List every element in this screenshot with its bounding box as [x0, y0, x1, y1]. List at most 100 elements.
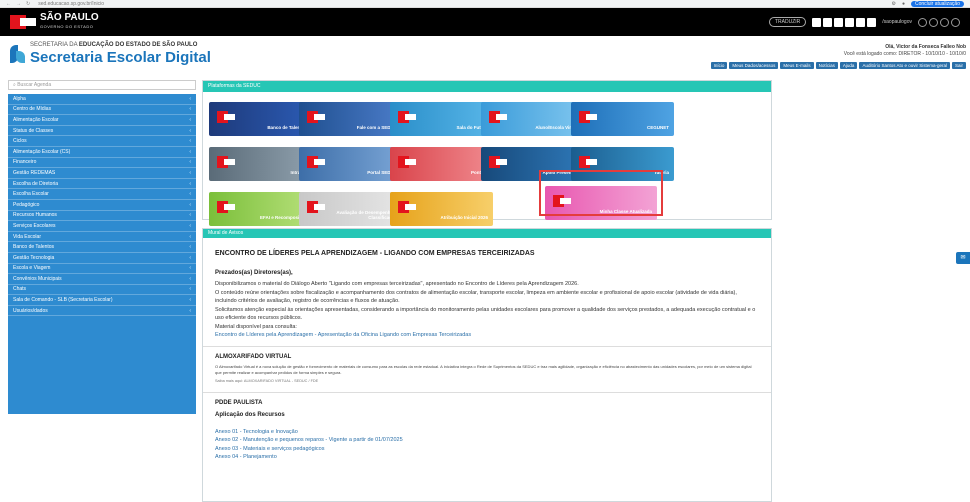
- sidebar-item[interactable]: Serviços Escolares ‹: [8, 221, 196, 232]
- chevron-right-icon: ‹: [189, 244, 191, 251]
- social-icon-6[interactable]: [867, 17, 877, 27]
- accessibility-icon-2[interactable]: [929, 17, 938, 27]
- forward-icon[interactable]: →: [16, 1, 21, 7]
- pdde-link-3[interactable]: Anexo 03 - Materiais e serviços pedagógi…: [215, 445, 759, 454]
- tile-logo-icon: [217, 156, 235, 168]
- pdde-link-4[interactable]: Anexo 04 - Planejamento: [215, 453, 759, 462]
- pdde-subtitle: Aplicação dos Recursos: [215, 412, 285, 418]
- sidebar-item-label: Banco de Talentos: [13, 244, 55, 251]
- chevron-right-icon: ‹: [189, 116, 191, 123]
- tile-logo-icon: [307, 201, 325, 213]
- my-emails-button[interactable]: Meus E-mails: [780, 62, 814, 69]
- tile-logo-icon: [579, 156, 597, 168]
- sidebar-item[interactable]: Convênios Municipais ‹: [8, 274, 196, 285]
- platforms-panel: Plataformas da SEDUC Banco de Talentos Fa…: [202, 80, 773, 226]
- sidebar-item[interactable]: Ciclos ‹: [8, 136, 196, 147]
- sidebar-item[interactable]: Escolha de Diretoria ‹: [8, 179, 196, 190]
- sidebar-item[interactable]: Alimentação Escolar (CS) ‹: [8, 147, 196, 158]
- gov-brand[interactable]: SÃO PAULO GOVERNO DO ESTADO: [40, 13, 99, 31]
- gov-topbar-right: TRADUZIR /saopaulogov: [768, 17, 960, 27]
- auditorium-button[interactable]: Auditório Santos Ato e ouvir Sistema-ger…: [859, 62, 950, 69]
- sed-logo[interactable]: SECRETARIA DA EDUCAÇÃO DO ESTADO DE SÃO …: [8, 42, 211, 66]
- platform-tile[interactable]: Banco de Talentos: [209, 102, 312, 136]
- sidebar-item[interactable]: Escola e Viagem ‹: [8, 264, 196, 275]
- sidebar-item-label: Escolha de Diretoria: [13, 180, 59, 187]
- platforms-panel-title: Plataformas da SEDUC: [203, 81, 771, 92]
- platform-tile[interactable]: Atribuição Inicial 2026: [390, 192, 493, 226]
- accessibility-icon-3[interactable]: [940, 17, 949, 27]
- sidebar-item[interactable]: Usuários/dados ‹: [8, 306, 196, 317]
- pdde-link-1[interactable]: Anexo 01 - Tecnologia e Inovação: [215, 428, 759, 437]
- sidebar-item[interactable]: Chats ‹: [8, 285, 196, 296]
- platform-tile[interactable]: Intranet: [209, 147, 312, 181]
- social-icon-2[interactable]: [823, 17, 833, 27]
- help-button[interactable]: Ajuda: [839, 62, 858, 69]
- sidebar-item-label: Financeiro: [13, 159, 37, 166]
- sao-paulo-flag-logo: [10, 15, 36, 29]
- floating-help-button[interactable]: ✉: [956, 252, 970, 264]
- platform-tile[interactable]: Fale com a SEDUC: [299, 102, 402, 136]
- chevron-right-icon: ‹: [189, 212, 191, 219]
- sidebar-item[interactable]: Vida Escolar ‹: [8, 232, 196, 243]
- platform-tiles: Banco de Talentos Fale com a SEDUC Sala do…: [203, 92, 773, 226]
- extensions-icon[interactable]: ⚙: [891, 1, 895, 7]
- sidebar-item[interactable]: Recursos Humanos ‹: [8, 211, 196, 222]
- my-data-button[interactable]: Meus Dados/acessos: [729, 62, 779, 69]
- sed-logo-icon: [8, 43, 26, 65]
- platform-tile[interactable]: Aluno/Escola Virtual: [481, 102, 584, 136]
- translate-button[interactable]: TRADUZIR: [768, 17, 807, 27]
- news-button[interactable]: Notícias: [815, 62, 838, 69]
- update-browser-button[interactable]: Concluir atualização: [910, 0, 964, 7]
- sidebar-item[interactable]: Centro de Mídias ‹: [8, 105, 196, 116]
- accessibility-icon-4[interactable]: [951, 17, 960, 27]
- menu-search-input[interactable]: ⌕ Buscar Agenda: [8, 80, 196, 90]
- platform-tile[interactable]: Portal SEDUC: [299, 147, 402, 181]
- sidebar-item-label: Gestão Tecnologia: [13, 254, 55, 261]
- social-icon-4[interactable]: [845, 17, 855, 27]
- platform-tile[interactable]: Pontuar: [390, 147, 493, 181]
- platform-tile-label: Avaliação de Desempenho e Classificação: [336, 210, 397, 220]
- sidebar-item-label: Pedagógico: [13, 201, 40, 208]
- sidebar-item-label: Chats: [13, 286, 27, 293]
- logout-button[interactable]: Sair: [951, 62, 966, 69]
- platform-tile[interactable]: EFAI e Recomposição: [209, 192, 312, 226]
- sidebar-item[interactable]: Gestão Tecnologia ‹: [8, 253, 196, 264]
- sidebar-item[interactable]: Sala de Comando - SLB (Secretaria Escola…: [8, 295, 196, 306]
- platform-tile[interactable]: Avaliação de Desempenho e Classificação: [299, 192, 402, 226]
- chevron-right-icon: ‹: [189, 148, 191, 155]
- sidebar-item[interactable]: Financeiro ‹: [8, 158, 196, 169]
- chevron-right-icon: ‹: [189, 127, 191, 134]
- sidebar-item-label: Alimentação Escolar: [13, 116, 59, 123]
- platform-tile[interactable]: Sala do Futuro: [390, 102, 493, 136]
- sidebar-item[interactable]: Status de Classes ‹: [8, 126, 196, 137]
- back-icon[interactable]: ←: [6, 1, 11, 7]
- sidebar-item[interactable]: Escolha Escolar ‹: [8, 189, 196, 200]
- profile-icon[interactable]: ●: [902, 1, 905, 7]
- app-title: Secretaria Escolar Digital: [30, 49, 211, 66]
- sidebar-item-label: Escolha Escolar: [13, 191, 49, 198]
- notice-material-link[interactable]: Encontro de Líderes pela Aprendizagem - …: [215, 331, 759, 340]
- tile-logo-icon: [398, 111, 416, 123]
- address-bar[interactable]: sed.educacao.sp.gov.br/Inicio: [38, 1, 885, 7]
- chevron-right-icon: ‹: [189, 286, 191, 293]
- almox-link[interactable]: Saiba mais aqui: ALMOXARIFADO VIRTUAL - …: [215, 377, 759, 386]
- tile-logo-icon: [579, 111, 597, 123]
- sidebar-item-label: Ciclos: [13, 138, 27, 145]
- sidebar-item-label: Centro de Mídias: [13, 106, 52, 113]
- sidebar-item[interactable]: Alimentação Escolar ‹: [8, 115, 196, 126]
- social-icon-1[interactable]: [812, 17, 822, 27]
- tile-logo-icon: [217, 111, 235, 123]
- sidebar-item[interactable]: Banco de Talentos ‹: [8, 242, 196, 253]
- social-icon-3[interactable]: [834, 17, 844, 27]
- sidebar-item[interactable]: Pedagógico ‹: [8, 200, 196, 211]
- social-icon-5[interactable]: [856, 17, 866, 27]
- sidebar-item[interactable]: Alpha ‹: [8, 94, 196, 105]
- user-info: Olá, Victor da Fonseca Falleo Nob Você e…: [844, 44, 966, 58]
- user-name: Olá, Victor da Fonseca Falleo Nob: [885, 44, 966, 50]
- home-button[interactable]: Início: [710, 62, 728, 69]
- platform-tile[interactable]: CEGUNET: [571, 102, 674, 136]
- sidebar-item[interactable]: Gestão REDEMAS ‹: [8, 168, 196, 179]
- pdde-link-2[interactable]: Anexo 02 - Manutenção e pequenos reparos…: [215, 436, 759, 445]
- reload-icon[interactable]: ↻: [26, 1, 30, 7]
- accessibility-icon-1[interactable]: [918, 17, 927, 27]
